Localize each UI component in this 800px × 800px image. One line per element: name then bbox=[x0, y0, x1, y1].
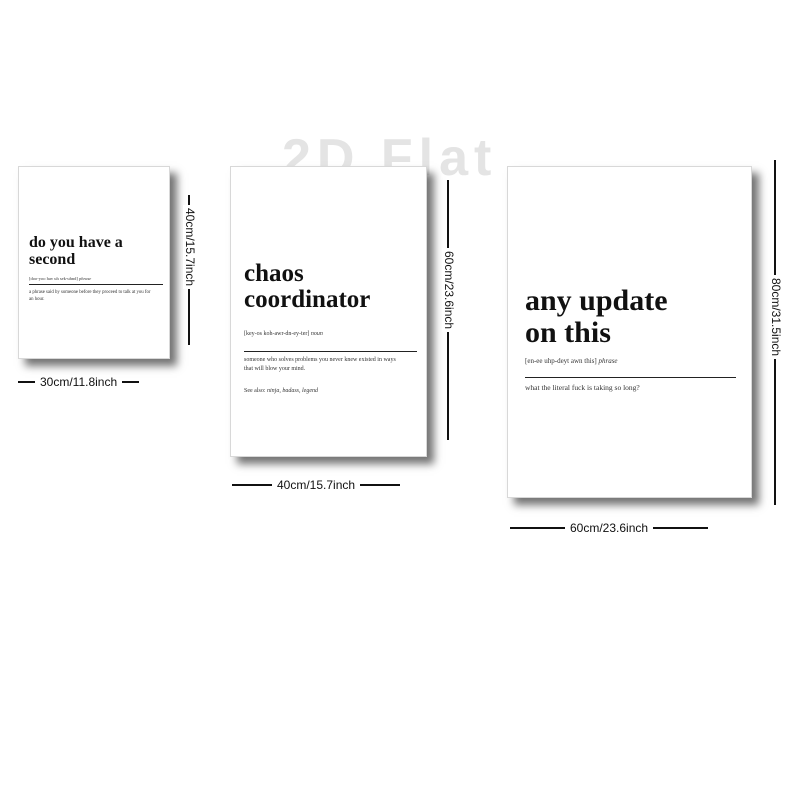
divider-rule bbox=[244, 351, 417, 352]
dimension-line bbox=[18, 381, 35, 383]
divider-rule bbox=[29, 284, 163, 285]
part-of-speech: noun bbox=[310, 331, 323, 337]
width-label: 30cm/11.8inch bbox=[40, 375, 118, 389]
dimension-line bbox=[232, 484, 272, 486]
title-line-2: coordinator bbox=[244, 286, 371, 314]
poster-any-update-on-this: any update on this [en-ee uhp-deyt awn t… bbox=[507, 166, 752, 498]
title-line-2: on this bbox=[525, 315, 611, 349]
width-label: 60cm/23.6inch bbox=[570, 521, 649, 535]
dimension-line bbox=[360, 484, 401, 486]
height-label: 80cm/31.5inch bbox=[769, 275, 783, 360]
see-also: See also: ninja, badass, legend bbox=[244, 388, 318, 394]
poster-do-you-have-a-second: do you have a second [doo-yoo hav uh sek… bbox=[18, 166, 170, 359]
title-line-2: second bbox=[29, 250, 76, 268]
title-line-1: do you have a bbox=[29, 234, 123, 251]
definition-text: what the literal fuck is taking so long? bbox=[525, 383, 640, 392]
pronunciation: [doo-yoo hav uh sek-uhnd] phrase bbox=[29, 276, 91, 281]
width-marker-poster-1: 30cm/11.8inch bbox=[18, 375, 140, 389]
part-of-speech: phrase bbox=[79, 276, 92, 281]
width-marker-poster-3: 60cm/23.6inch bbox=[510, 521, 709, 535]
height-label: 60cm/23.6inch bbox=[442, 248, 456, 333]
width-marker-poster-2: 40cm/15.7inch bbox=[232, 478, 401, 492]
pronunciation: [en-ee uhp-deyt awn this] phrase bbox=[525, 357, 618, 365]
poster-chaos-coordinator: chaos coordinator [key-os koh-awr-dn-ey-… bbox=[230, 166, 427, 457]
pronunciation-text: [doo-yoo hav uh sek-uhnd] bbox=[29, 276, 78, 281]
dimension-line bbox=[653, 527, 709, 529]
height-label: 40cm/15.7inch bbox=[183, 205, 197, 290]
title-line-1: any update bbox=[525, 284, 668, 317]
pronunciation-text: [key-os koh-awr-dn-ey-ter] bbox=[244, 331, 310, 337]
see-also-words: ninja, badass, legend bbox=[267, 388, 318, 394]
pronunciation: [key-os koh-awr-dn-ey-ter] noun bbox=[244, 331, 323, 337]
poster-title: chaos coordinator bbox=[244, 260, 371, 314]
part-of-speech: phrase bbox=[598, 357, 618, 365]
poster-title: do you have a second bbox=[29, 234, 123, 269]
see-also-label: See also: bbox=[244, 388, 266, 394]
divider-rule bbox=[525, 377, 736, 378]
definition-text: a phrase said by someone before they pro… bbox=[29, 290, 151, 302]
dimension-line bbox=[122, 381, 140, 383]
pronunciation-text: [en-ee uhp-deyt awn this] bbox=[525, 357, 597, 365]
width-label: 40cm/15.7inch bbox=[277, 478, 356, 492]
poster-title: any update on this bbox=[525, 285, 668, 348]
dimension-line bbox=[510, 527, 565, 529]
definition-text: someone who solves problems you never kn… bbox=[244, 357, 396, 372]
title-line-1: chaos bbox=[244, 260, 304, 287]
